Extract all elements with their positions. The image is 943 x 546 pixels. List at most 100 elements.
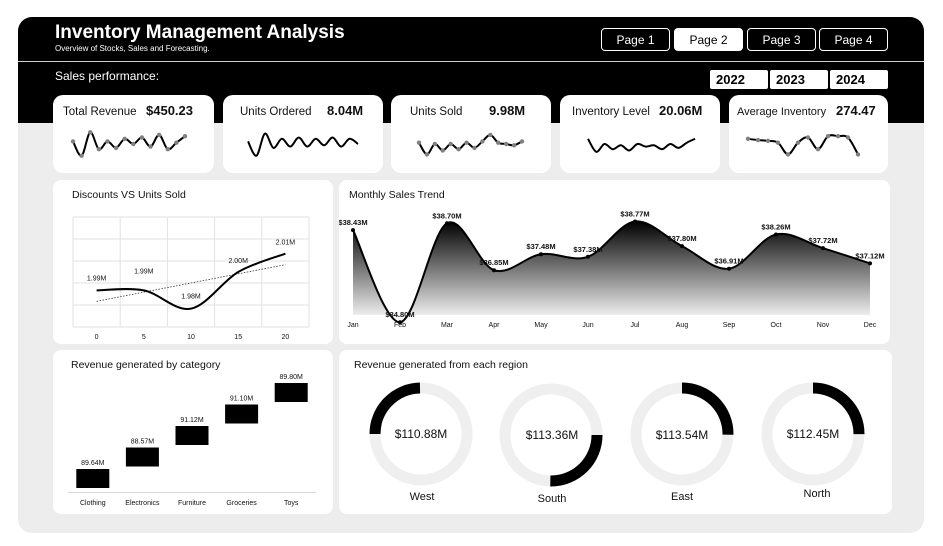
bar — [125, 447, 159, 467]
kpi-label: Units Ordered — [240, 106, 312, 118]
sparkline-marker — [148, 144, 153, 149]
x-tick-label: Feb — [394, 322, 406, 329]
x-tick-label: Nov — [817, 322, 830, 329]
data-label: 91.10M — [230, 396, 254, 403]
sparkline-marker — [464, 140, 469, 145]
sparkline-marker — [815, 147, 821, 152]
x-tick-label: Clothing — [80, 500, 106, 507]
series-line — [96, 252, 286, 310]
sparkline-marker — [745, 136, 751, 141]
bar — [76, 469, 110, 488]
data-label: $37.48M — [526, 242, 555, 251]
data-label: $37.72M — [808, 236, 837, 245]
sparkline-marker — [440, 148, 445, 153]
data-point — [351, 228, 355, 233]
year-2022-filter[interactable]: 2022 — [710, 70, 768, 89]
x-tick-label: Mar — [441, 322, 454, 329]
sparkline-marker — [755, 137, 761, 143]
data-label: 2.01M — [276, 240, 296, 247]
data-label: 88.57M — [131, 439, 155, 446]
kpi-card-units-ordered[interactable]: Units Ordered 8.04M — [223, 95, 383, 173]
kpi-card-units-sold[interactable]: Units Sold 9.98M — [391, 95, 551, 173]
bar — [225, 404, 259, 424]
kpi-value: $450.23 — [146, 103, 193, 118]
discounts-chart-title: Discounts VS Units Sold — [72, 189, 186, 201]
sparkline-marker — [488, 132, 493, 138]
region-chart-title: Revenue generated from each region — [354, 359, 528, 371]
page-1-button[interactable]: Page 1 — [601, 28, 670, 51]
kpi-card-inventory-level[interactable]: Inventory Level 20.06M — [560, 95, 720, 173]
x-tick-label: Jun — [582, 322, 593, 329]
dashboard-subtitle: Overview of Stocks, Sales and Forecastin… — [55, 44, 210, 53]
kpi-label: Average Inventory — [737, 106, 827, 118]
x-tick-label: 20 — [282, 334, 290, 341]
page-3-button[interactable]: Page 3 — [747, 28, 816, 51]
sparkline-path — [747, 134, 859, 156]
data-label: 89.64M — [81, 460, 105, 467]
sparkline-marker — [825, 134, 831, 139]
x-tick-label: Electronics — [125, 500, 160, 507]
data-point — [727, 266, 731, 271]
region-name-north: North — [803, 488, 831, 500]
year-2024-filter[interactable]: 2024 — [830, 70, 888, 89]
sparkline-marker — [131, 141, 136, 147]
data-label: $38.26M — [761, 222, 790, 231]
x-tick-label: 0 — [95, 334, 99, 341]
sparkline-marker — [174, 140, 179, 145]
x-tick-label: 15 — [234, 334, 242, 341]
page-4-button[interactable]: Page 4 — [819, 28, 888, 51]
kpi-sparkline — [745, 134, 861, 157]
data-point — [539, 252, 543, 257]
region-name-east: East — [670, 491, 693, 503]
x-tick-label: Furniture — [178, 500, 206, 507]
kpi-label: Inventory Level — [572, 106, 650, 118]
region-name-west: West — [409, 491, 435, 503]
sparkline-marker — [432, 141, 438, 147]
discounts-chart: 1.99M 1.99M 1.98M 2.00M 2.01M 0 5 10 15 20 — [72, 216, 310, 341]
kpi-sparkline — [587, 137, 696, 153]
x-tick-label: Groceries — [226, 500, 257, 507]
kpi-label: Units Sold — [410, 106, 463, 118]
kpi-card-average-inventory[interactable]: Average Inventory 274.47 — [729, 95, 888, 173]
sparkline-marker — [448, 141, 453, 147]
sparkline-marker — [96, 147, 102, 152]
bar — [274, 383, 308, 402]
sparkline-marker — [845, 135, 851, 140]
sparkline-marker — [519, 139, 525, 144]
kpi-card-total-revenue[interactable]: Total Revenue $450.23 — [53, 95, 214, 173]
data-label: 2.00M — [228, 258, 248, 265]
sparkline-marker — [480, 139, 485, 144]
sparkline-marker — [416, 140, 422, 145]
data-label: $36.91M — [714, 257, 743, 266]
header-divider — [18, 61, 924, 62]
data-label: 89.80M — [280, 374, 304, 381]
year-2023-filter[interactable]: 2023 — [770, 70, 828, 89]
dashboard-frame: Inventory Management Analysis Overview o… — [18, 17, 924, 533]
sparkline-marker — [855, 152, 861, 157]
section-label: Sales performance: — [55, 69, 160, 83]
region-name-south: South — [537, 493, 567, 505]
page-2-button[interactable]: Page 2 — [674, 28, 743, 51]
sparkline-path — [72, 131, 186, 157]
kpi-value: 20.06M — [659, 103, 703, 118]
data-point — [445, 221, 449, 226]
data-label: $38.77M — [620, 210, 649, 219]
kpi-value: 8.04M — [327, 103, 364, 118]
sparkline-marker — [496, 140, 501, 145]
region-value-west: $110.88M — [394, 427, 448, 441]
data-point — [680, 244, 684, 249]
monthly-chart-title: Monthly Sales Trend — [349, 189, 445, 201]
region-value-north: $112.45M — [786, 427, 840, 441]
x-tick-label: Jul — [631, 322, 640, 329]
sparkline-marker — [70, 139, 76, 144]
sparkline-marker — [511, 143, 517, 148]
sparkline-marker — [165, 147, 170, 152]
category-chart-title: Revenue generated by category — [71, 359, 221, 371]
data-label: 1.99M — [87, 275, 107, 282]
kpi-value: 9.98M — [489, 103, 526, 118]
sparkline-marker — [456, 147, 461, 152]
data-point — [821, 246, 825, 251]
data-label: $37.12M — [855, 251, 884, 260]
data-label: $37.80M — [667, 234, 696, 243]
data-label: $36.85M — [479, 258, 508, 267]
